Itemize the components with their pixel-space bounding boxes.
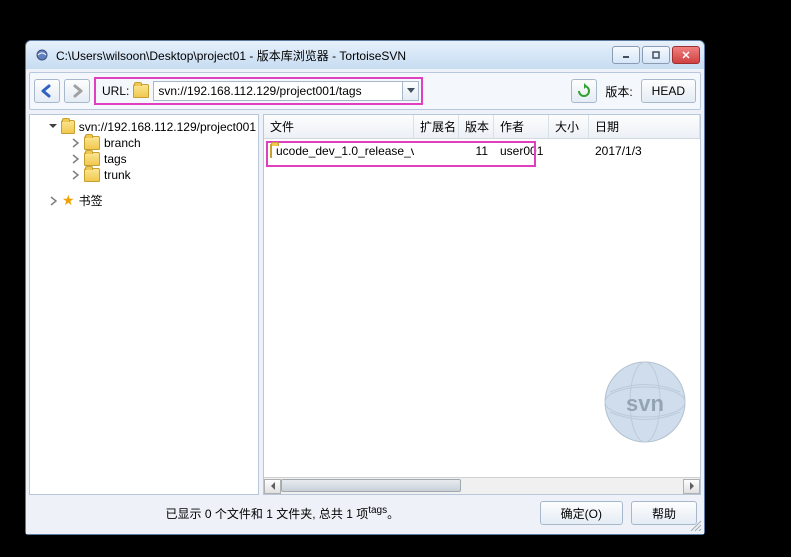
maximize-button[interactable] xyxy=(642,46,670,64)
url-input[interactable] xyxy=(153,81,403,101)
col-file[interactable]: 文件 xyxy=(264,115,414,138)
col-date[interactable]: 日期 xyxy=(589,115,700,138)
close-button[interactable] xyxy=(672,46,700,64)
tree-item-branch[interactable]: branch xyxy=(32,135,256,151)
status-bar: 已显示 0 个文件和 1 文件夹, 总共 1 项tags。 确定(O) 帮助 xyxy=(29,495,701,531)
expand-icon[interactable] xyxy=(70,169,82,181)
back-button[interactable] xyxy=(34,79,60,103)
col-author[interactable]: 作者 xyxy=(494,115,549,138)
col-rev[interactable]: 版本 xyxy=(459,115,494,138)
url-highlight: URL: xyxy=(94,77,423,105)
cell-size xyxy=(549,141,589,161)
status-text: 已显示 0 个文件和 1 文件夹, 总共 1 项tags。 xyxy=(33,505,532,522)
list-header: 文件 扩展名 版本 作者 大小 日期 xyxy=(264,115,700,139)
titlebar[interactable]: C:\Users\wilsoon\Desktop\project01 - 版本库… xyxy=(26,41,704,69)
list-panel: 文件 扩展名 版本 作者 大小 日期 ucode_dev_1.0_release… xyxy=(263,114,701,495)
tree-item-tags[interactable]: tags xyxy=(32,151,256,167)
tree-label: branch xyxy=(104,136,141,150)
resize-grip-icon[interactable] xyxy=(688,518,702,532)
tree-root-label: svn://192.168.112.129/project001 xyxy=(79,120,256,134)
tree-label: trunk xyxy=(104,168,131,182)
scroll-thumb[interactable] xyxy=(281,479,461,492)
cell-rev: 11 xyxy=(459,141,494,161)
horizontal-scrollbar[interactable] xyxy=(264,477,700,494)
minimize-button[interactable] xyxy=(612,46,640,64)
window-title: C:\Users\wilsoon\Desktop\project01 - 版本库… xyxy=(56,47,612,64)
col-ext[interactable]: 扩展名 xyxy=(414,115,459,138)
list-body[interactable]: ucode_dev_1.0_release_v001 11 user001 20… xyxy=(264,139,700,477)
main-window: C:\Users\wilsoon\Desktop\project01 - 版本库… xyxy=(25,40,705,535)
star-icon: ★ xyxy=(62,192,75,209)
svn-logo: svn xyxy=(600,357,690,447)
toolbar: URL: 版本: HEAD xyxy=(29,72,701,110)
cell-ext xyxy=(414,141,459,161)
folder-icon xyxy=(133,84,149,98)
cell-author: user001 xyxy=(494,141,549,161)
tree-bookmarks[interactable]: ★ 书签 xyxy=(32,191,256,210)
col-size[interactable]: 大小 xyxy=(549,115,589,138)
expand-icon[interactable] xyxy=(48,195,60,207)
bookmarks-label: 书签 xyxy=(79,192,103,209)
folder-icon xyxy=(84,152,100,166)
app-icon xyxy=(34,47,50,63)
url-label: URL: xyxy=(102,84,129,98)
scroll-right-icon[interactable] xyxy=(683,479,700,494)
head-button[interactable]: HEAD xyxy=(641,79,696,103)
folder-icon xyxy=(61,120,75,134)
forward-button[interactable] xyxy=(64,79,90,103)
expand-icon[interactable] xyxy=(70,153,82,165)
folder-icon xyxy=(84,168,100,182)
folder-icon xyxy=(84,136,100,150)
cell-date: 2017/1/3 xyxy=(589,141,700,161)
list-row[interactable]: ucode_dev_1.0_release_v001 11 user001 20… xyxy=(264,139,700,163)
tree-panel[interactable]: svn://192.168.112.129/project001 branch … xyxy=(29,114,259,495)
file-name: ucode_dev_1.0_release_v001 xyxy=(276,144,414,158)
ok-button[interactable]: 确定(O) xyxy=(540,501,623,525)
url-dropdown[interactable] xyxy=(403,81,419,101)
tree-item-trunk[interactable]: trunk xyxy=(32,167,256,183)
scroll-left-icon[interactable] xyxy=(264,479,281,494)
svg-text:svn: svn xyxy=(626,391,664,416)
collapse-icon[interactable] xyxy=(48,121,59,133)
refresh-button[interactable] xyxy=(571,79,597,103)
version-label: 版本: xyxy=(605,83,632,100)
folder-icon xyxy=(270,144,272,158)
scroll-track[interactable] xyxy=(281,478,683,494)
tree-root[interactable]: svn://192.168.112.129/project001 xyxy=(32,119,256,135)
expand-icon[interactable] xyxy=(70,137,82,149)
tree-label: tags xyxy=(104,152,127,166)
